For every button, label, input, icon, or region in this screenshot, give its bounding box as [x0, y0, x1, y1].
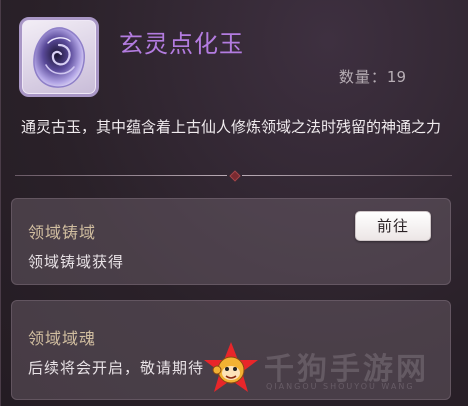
goto-button[interactable]: 前往 — [355, 211, 431, 241]
divider — [15, 170, 452, 182]
monkey-star-logo — [204, 342, 258, 392]
source-title: 领域域魂 — [28, 329, 97, 348]
jade-stone-icon — [19, 17, 99, 97]
source-text: 后续将会开启，敬请期待 — [28, 359, 205, 377]
item-quantity: 数量：19 — [339, 66, 406, 87]
watermark-subtext: QIANGOU SHOUYOU WANG — [266, 382, 415, 391]
source-text: 领域铸域获得 — [28, 253, 125, 271]
quantity-value: 19 — [386, 68, 406, 86]
source-card: 领域铸域 领域铸域获得 前往 — [11, 198, 451, 285]
divider-gem-icon — [229, 170, 241, 182]
watermark: 千狗手游网 QIANGOU SHOUYOU WANG — [200, 340, 450, 396]
item-description: 通灵古玉，其中蕴含着上古仙人修炼领域之法时残留的神通之力 — [21, 118, 442, 136]
item-detail-panel: 玄灵点化玉 数量：19 通灵古玉，其中蕴含着上古仙人修炼领域之法时残留的神通之力… — [0, 0, 468, 406]
source-title: 领域铸域 — [28, 223, 97, 242]
quantity-label: 数量： — [338, 68, 387, 86]
item-title: 玄灵点化玉 — [119, 30, 244, 58]
